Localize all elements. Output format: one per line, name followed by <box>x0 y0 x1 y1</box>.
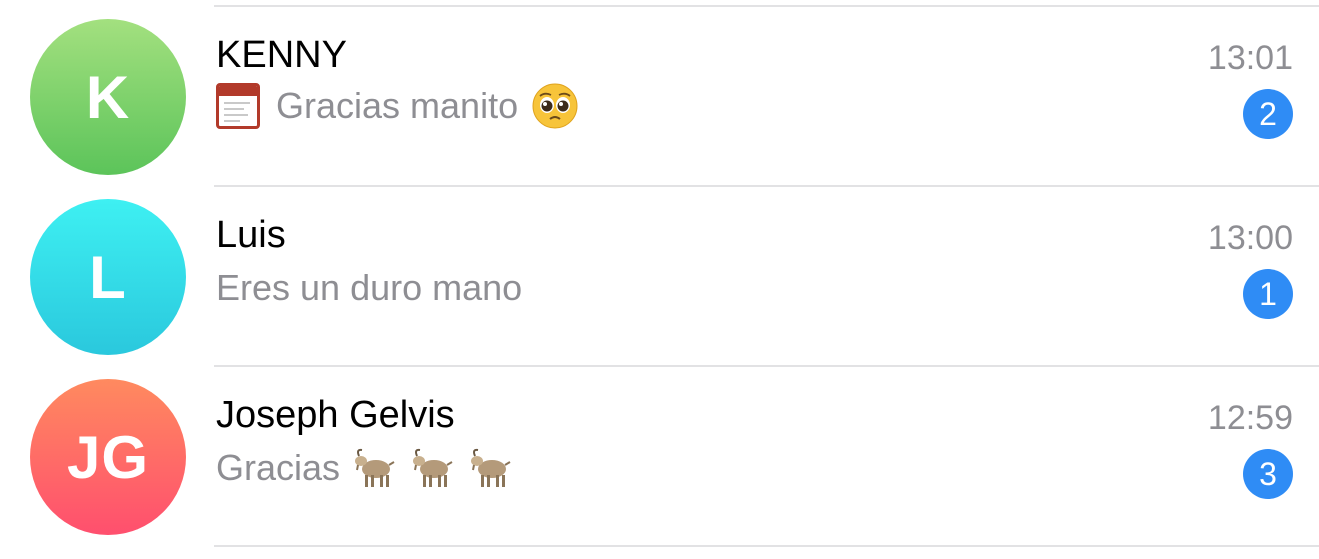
unread-badge: 3 <box>1243 449 1293 499</box>
chat-row-joseph-gelvis[interactable]: JG Joseph Gelvis 12:59 Gracias 3 <box>0 367 1319 547</box>
separator <box>214 545 1319 547</box>
chat-row-luis[interactable]: L Luis 13:00 Eres un duro mano 1 <box>0 187 1319 367</box>
avatar-initials: K <box>85 63 131 131</box>
unread-badge: 2 <box>1243 89 1293 139</box>
chat-time: 12:59 <box>1207 399 1293 437</box>
avatar-initials: JG <box>66 423 150 491</box>
chat-preview-text: Gracias manito <box>276 85 519 126</box>
avatar: L <box>30 199 186 355</box>
chat-name: KENNY <box>216 34 347 76</box>
chat-preview: Eres un duro mano <box>216 267 522 309</box>
unread-badge: 1 <box>1243 269 1293 319</box>
chat-preview-text: Gracias <box>216 447 341 488</box>
chat-name: Luis <box>216 214 286 256</box>
goat-emoji <box>352 445 398 491</box>
chat-list: K KENNY 13:01 Gracias manito 2 L Luis 13… <box>0 0 1319 559</box>
chat-name: Joseph Gelvis <box>216 394 455 436</box>
chat-preview: Gracias <box>216 445 514 491</box>
chat-row-kenny[interactable]: K KENNY 13:01 Gracias manito 2 <box>0 7 1319 187</box>
avatar: JG <box>30 379 186 535</box>
pleading-face-emoji <box>532 83 578 129</box>
chat-time: 13:01 <box>1207 39 1293 77</box>
goat-emoji <box>468 445 514 491</box>
chat-preview: Gracias manito <box>216 83 578 129</box>
photo-thumbnail-icon <box>216 83 260 129</box>
avatar: K <box>30 19 186 175</box>
chat-time: 13:00 <box>1207 219 1293 257</box>
avatar-initials: L <box>89 243 127 311</box>
goat-emoji <box>410 445 456 491</box>
chat-preview-text: Eres un duro mano <box>216 267 523 308</box>
